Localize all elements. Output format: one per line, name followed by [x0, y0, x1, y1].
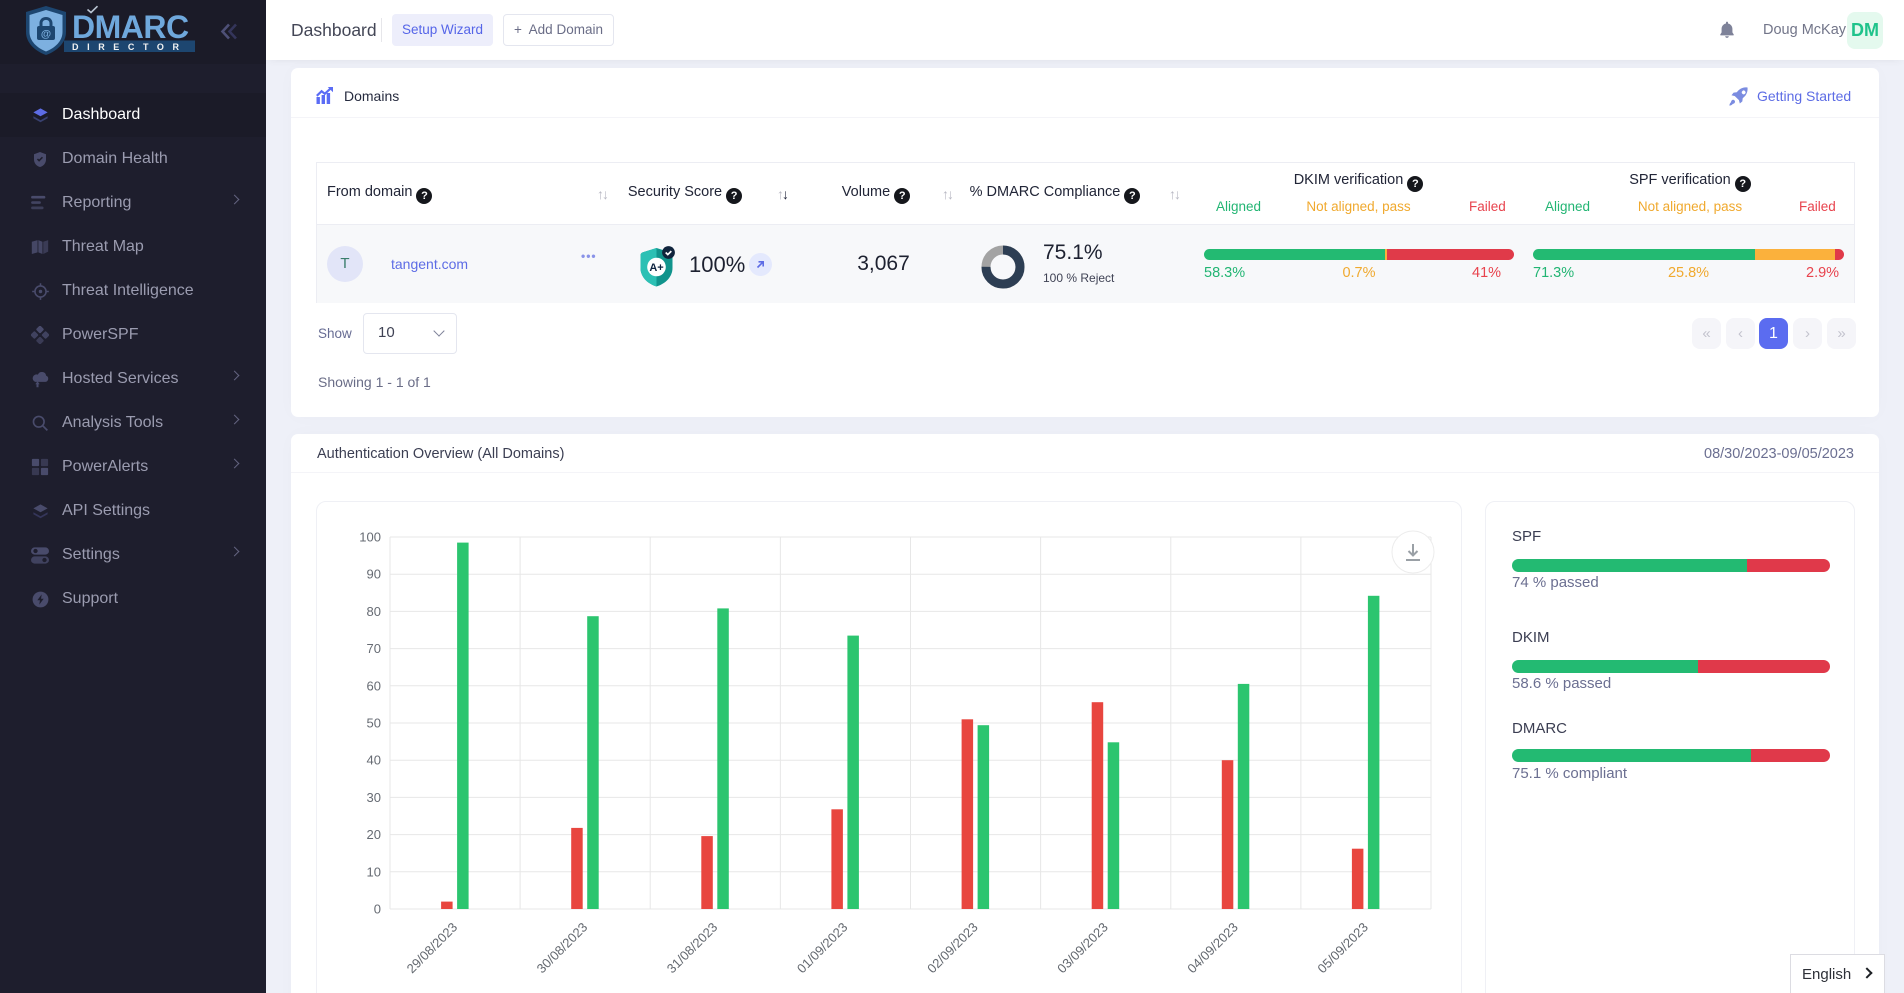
svg-text:01/09/2023: 01/09/2023 — [794, 920, 851, 977]
svg-text:0: 0 — [374, 902, 381, 917]
svg-text:90: 90 — [367, 567, 381, 582]
svg-text:03/09/2023: 03/09/2023 — [1054, 920, 1111, 977]
svg-text:A+: A+ — [649, 262, 663, 274]
svg-text:02/09/2023: 02/09/2023 — [924, 920, 981, 977]
svg-text:80: 80 — [367, 604, 381, 619]
svg-text:29/08/2023: 29/08/2023 — [404, 920, 461, 977]
svg-text:100: 100 — [359, 530, 381, 545]
svg-text:10: 10 — [367, 864, 381, 879]
svg-text:60: 60 — [367, 678, 381, 693]
svg-text:@: @ — [41, 28, 51, 40]
svg-text:70: 70 — [367, 641, 381, 656]
svg-text:40: 40 — [367, 753, 381, 768]
svg-text:50: 50 — [367, 716, 381, 731]
svg-text:31/08/2023: 31/08/2023 — [664, 920, 721, 977]
svg-text:30: 30 — [367, 790, 381, 805]
svg-text:04/09/2023: 04/09/2023 — [1184, 920, 1241, 977]
svg-text:05/09/2023: 05/09/2023 — [1314, 920, 1371, 977]
svg-text:30/08/2023: 30/08/2023 — [534, 920, 591, 977]
svg-text:DMARC: DMARC — [72, 9, 189, 45]
svg-text:20: 20 — [367, 827, 381, 842]
